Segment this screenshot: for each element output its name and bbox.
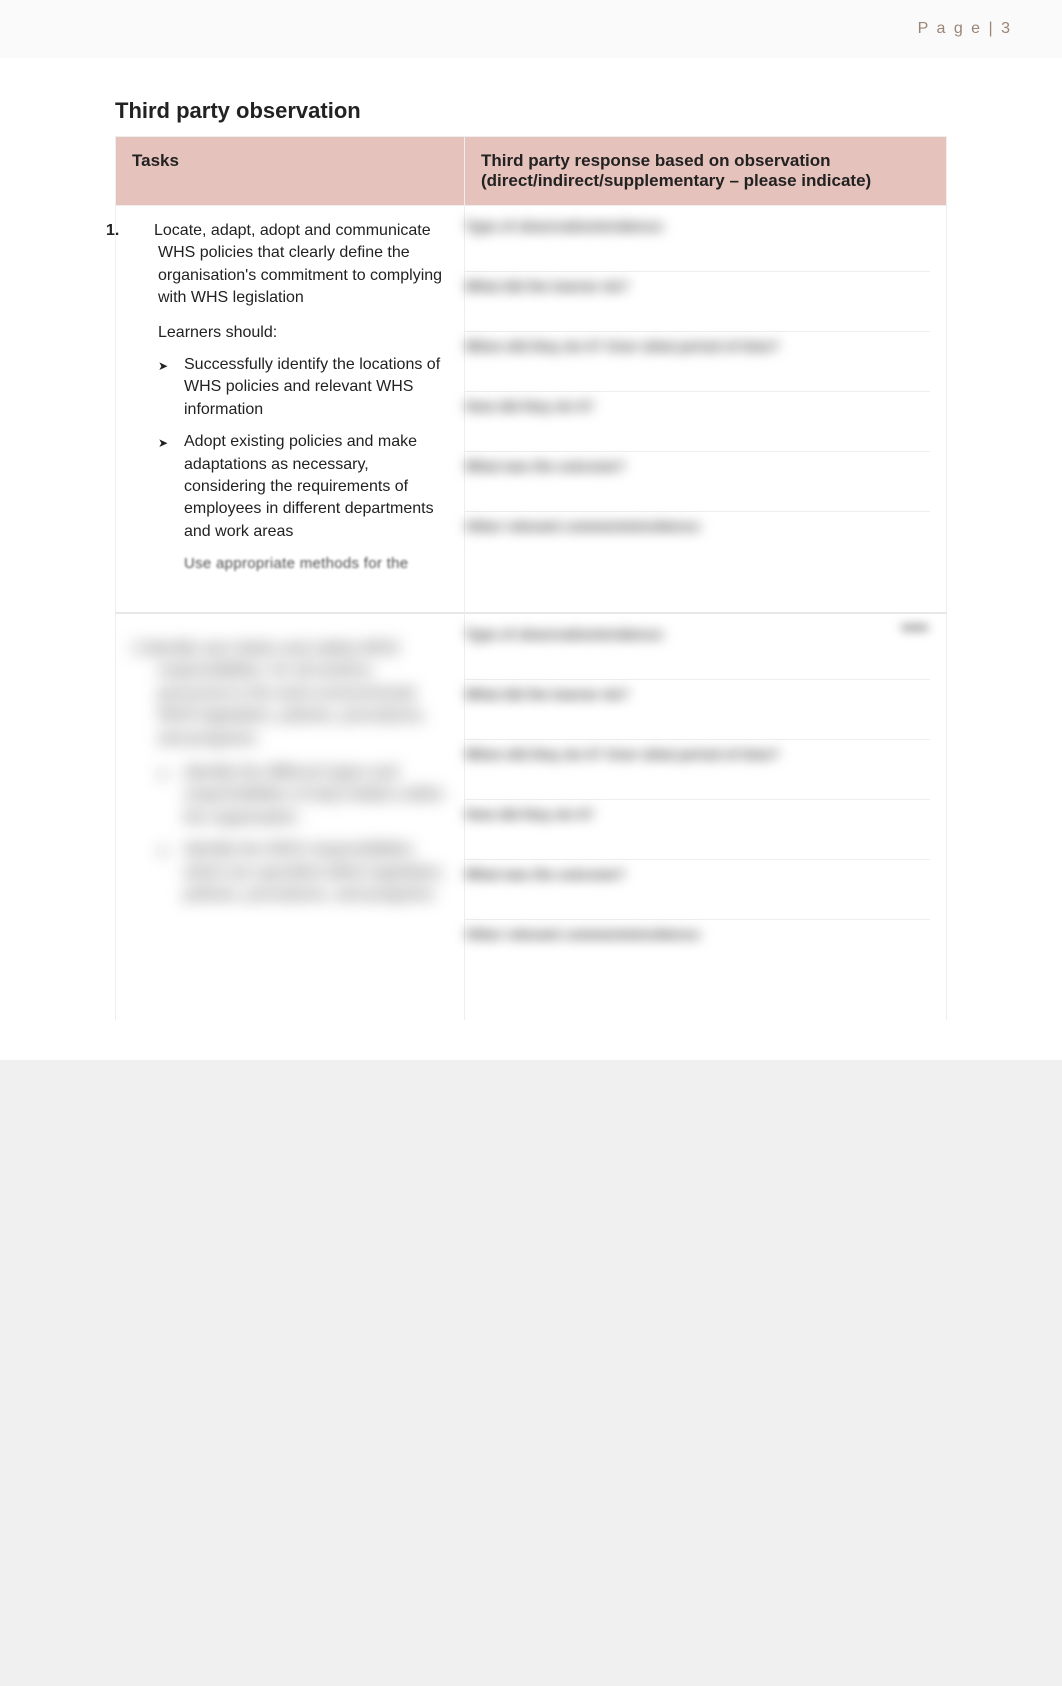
blurred-task-content: 2.Identify own duties and safety-WHS res…	[132, 628, 448, 926]
response-cell: Type of observation/evidence: What did t…	[465, 206, 947, 614]
page-number: P a g e | 3	[918, 20, 1012, 37]
task-number: 1.	[132, 220, 154, 242]
prompt-label: What was the outcome?	[465, 458, 625, 474]
prompt-label: Type of observation/evidence:	[465, 218, 665, 234]
list-item: Identify the different types and respons…	[158, 762, 448, 829]
response-prompt-outcome: What was the outcome?	[465, 860, 930, 920]
table-header-row: Tasks Third party response based on obse…	[116, 137, 947, 206]
response-prompt-how: How did they do it?	[465, 392, 930, 452]
response-cell-blurred: ■■■■ Type of observation/evidence: What …	[465, 613, 947, 1020]
prompt-label: What did the learner do?	[465, 686, 629, 702]
response-prompt-other: Other relevant comments/evidence:	[465, 920, 930, 1020]
task-bullet-list: Successfully identify the locations of W…	[132, 354, 448, 543]
response-prompt-what: What did the learner do?	[465, 272, 930, 332]
task-main-text: Locate, adapt, adopt and communicate WHS…	[154, 222, 442, 306]
column-header-tasks: Tasks	[116, 137, 465, 206]
prompt-label: How did they do it?	[465, 398, 594, 414]
response-prompt-type: Type of observation/evidence:	[465, 212, 930, 272]
list-item: Adopt existing policies and make adaptat…	[158, 431, 448, 543]
response-prompt-outcome: What was the outcome?	[465, 452, 930, 512]
table-row: 1.Locate, adapt, adopt and communicate W…	[116, 206, 947, 614]
observation-table: Tasks Third party response based on obse…	[115, 136, 947, 1020]
response-inner: Type of observation/evidence: What did t…	[465, 614, 946, 1020]
tasks-cell-blurred: 2.Identify own duties and safety-WHS res…	[116, 613, 465, 1020]
prompt-label: Other relevant comments/evidence:	[465, 926, 702, 942]
content: Third party observation Tasks Third part…	[0, 58, 1062, 1060]
page-header: P a g e | 3	[0, 0, 1062, 58]
cutoff-partial-text: Use appropriate methods for the	[184, 555, 408, 572]
cutoff-text: Use appropriate methods for the	[132, 553, 448, 574]
task-number: 2.	[132, 640, 145, 657]
prompt-label: When did they do it? Over what period of…	[465, 338, 779, 354]
list-item: Identify the WHS responsibilities which …	[158, 839, 448, 906]
task-main-text: Identify own duties and safety-WHS respo…	[145, 640, 426, 747]
response-prompt-other: Other relevant comments/evidence:	[465, 512, 930, 612]
task-list: 1.Locate, adapt, adopt and communicate W…	[132, 220, 448, 574]
page: P a g e | 3 Third party observation Task…	[0, 0, 1062, 1060]
response-prompt-when: When did they do it? Over what period of…	[465, 332, 930, 392]
prompt-label: How did they do it?	[465, 806, 594, 822]
response-prompt-what: What did the learner do?	[465, 680, 930, 740]
table-row: 2.Identify own duties and safety-WHS res…	[116, 613, 947, 1020]
prompt-label: Type of observation/evidence:	[465, 626, 665, 642]
tasks-cell: 1.Locate, adapt, adopt and communicate W…	[116, 206, 465, 614]
response-prompt-how: How did they do it?	[465, 800, 930, 860]
response-prompt-type: Type of observation/evidence:	[465, 620, 930, 680]
prompt-label: When did they do it? Over what period of…	[465, 746, 779, 762]
section-title: Third party observation	[115, 98, 947, 124]
task-main-blurred: 2.Identify own duties and safety-WHS res…	[132, 638, 448, 750]
prompt-label: What did the learner do?	[465, 278, 629, 294]
response-inner: Type of observation/evidence: What did t…	[465, 206, 946, 612]
learners-should-label: Learners should:	[132, 322, 448, 344]
prompt-label: What was the outcome?	[465, 866, 625, 882]
response-prompt-when: When did they do it? Over what period of…	[465, 740, 930, 800]
task-bullet-list: Identify the different types and respons…	[132, 762, 448, 906]
task-main: 1.Locate, adapt, adopt and communicate W…	[132, 220, 448, 310]
list-item: Successfully identify the locations of W…	[158, 354, 448, 421]
column-header-response: Third party response based on observatio…	[465, 137, 947, 206]
prompt-label: Other relevant comments/evidence:	[465, 518, 702, 534]
